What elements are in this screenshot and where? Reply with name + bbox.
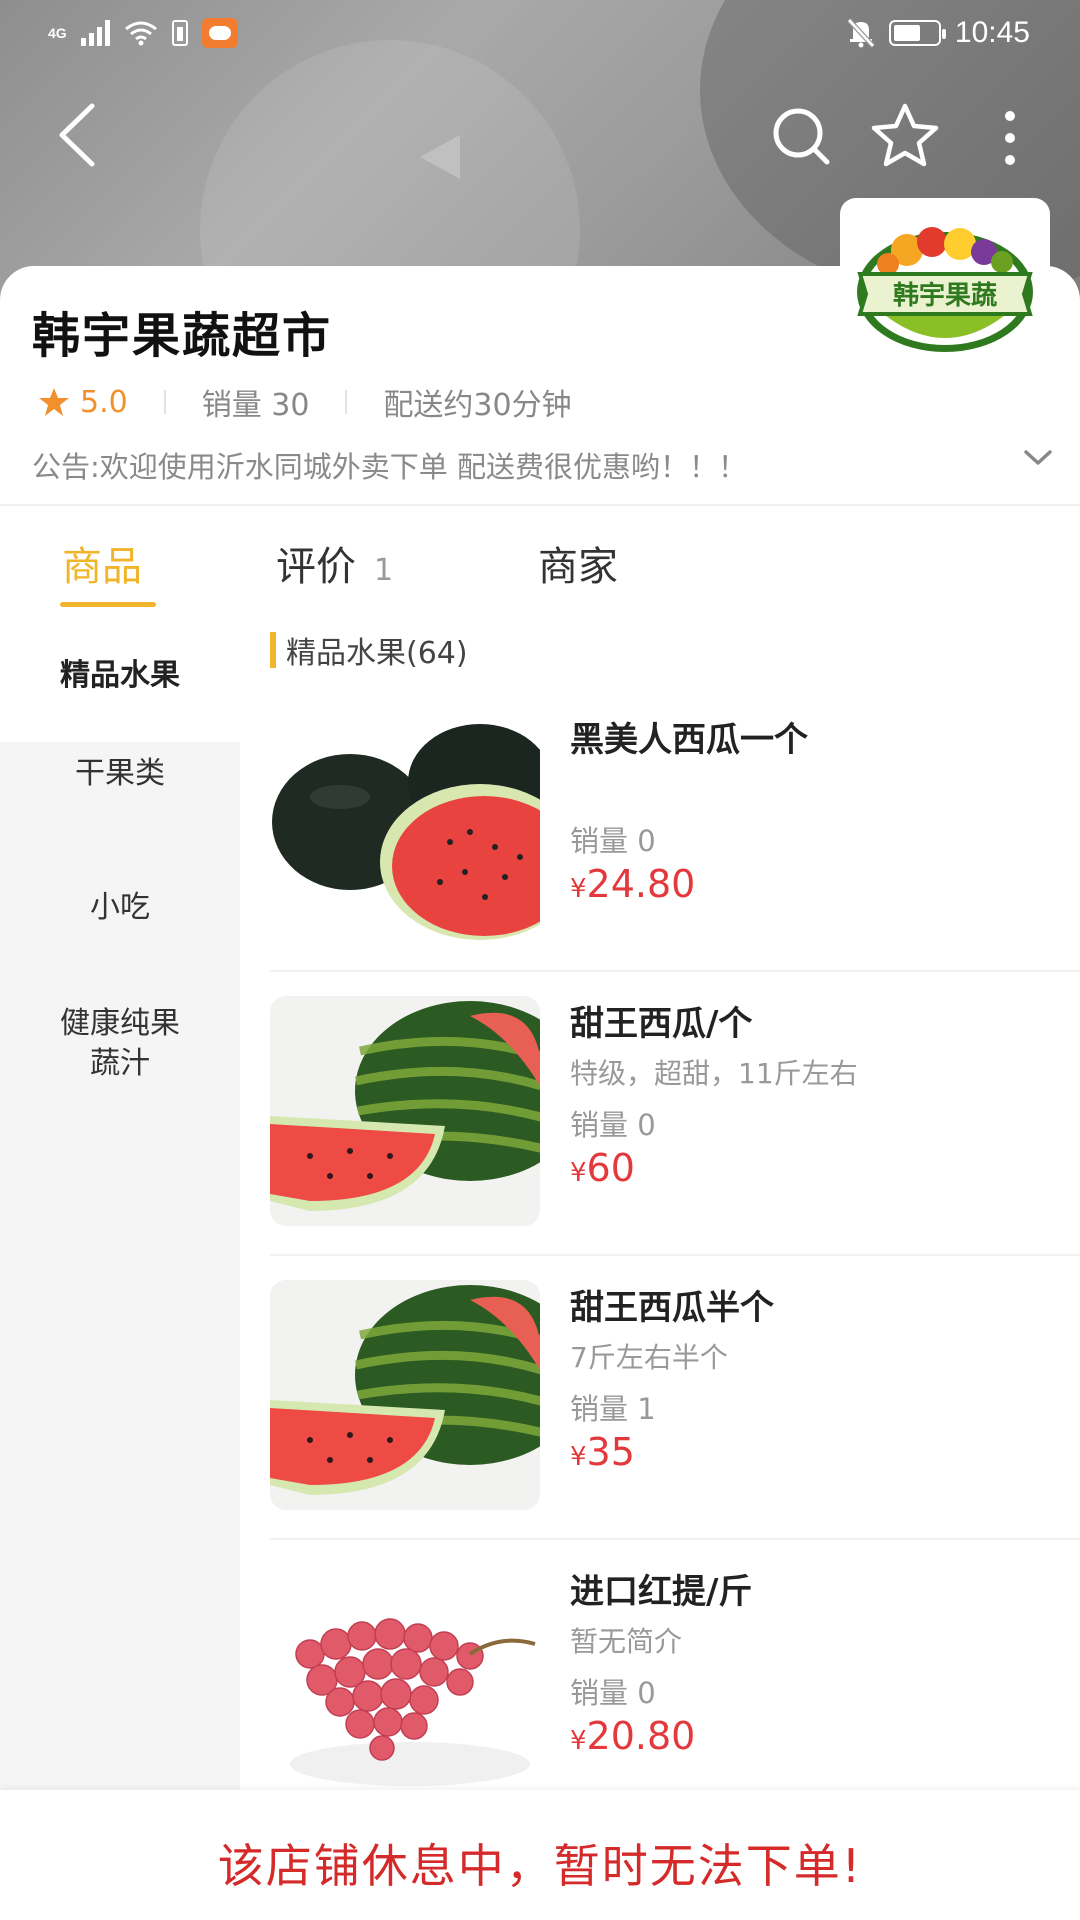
store-sales: 销量 30 xyxy=(201,388,310,423)
store-rating: 5.0 xyxy=(80,384,128,420)
product-sales: 销量 0 xyxy=(570,824,656,858)
category-item[interactable]: 干果类 xyxy=(0,754,240,794)
product-sales: 销量 1 xyxy=(570,1392,656,1426)
product-image xyxy=(270,1280,540,1510)
tab-merchant[interactable]: 商家 xyxy=(538,534,618,592)
product-card[interactable]: 甜王西瓜半个 7斤左右半个 销量 1 ¥35 xyxy=(270,1280,1080,1564)
tab-reviews[interactable]: 评价 1 xyxy=(276,534,393,592)
product-sales: 销量 0 xyxy=(570,1108,656,1142)
product-name: 甜王西瓜/个 xyxy=(570,1004,753,1044)
category-item[interactable]: 小吃 xyxy=(0,888,240,928)
section-title: 精品水果(64) xyxy=(286,636,468,671)
store-name: 韩宇果蔬超市 xyxy=(32,308,333,364)
network-type: 4G xyxy=(48,25,67,41)
battery-saver-icon xyxy=(171,20,188,46)
tab-label: 商品 xyxy=(62,544,142,590)
review-count: 1 xyxy=(374,553,394,588)
store-notice: 公告:欢迎使用沂水同城外卖下单 配送费很优惠哟！！！ xyxy=(32,450,747,484)
back-chevron-icon[interactable] xyxy=(52,100,112,170)
product-name: 黑美人西瓜一个 xyxy=(570,720,808,760)
more-vertical-icon[interactable] xyxy=(1000,108,1020,168)
product-card[interactable]: 黑美人西瓜一个 销量 0 ¥24.80 xyxy=(270,712,1080,996)
active-tab-indicator xyxy=(60,602,156,607)
category-sidebar: 精品水果 干果类 小吃 健康纯果 蔬汁 xyxy=(0,624,240,1790)
product-price: ¥60 xyxy=(570,1146,635,1190)
product-image xyxy=(270,712,540,942)
product-price: ¥20.80 xyxy=(570,1714,696,1758)
star-outline-icon[interactable] xyxy=(870,102,940,168)
section-header: 精品水果(64) xyxy=(270,628,468,672)
tab-label: 商家 xyxy=(538,544,618,590)
app-notification-icon xyxy=(201,18,238,48)
product-desc: 暂无简介 xyxy=(570,1625,683,1658)
store-closed-bar: 该店铺休息中，暂时无法下单! xyxy=(0,1790,1080,1920)
store-meta: 5.0 销量 30 配送约30分钟 xyxy=(38,380,572,424)
product-price: ¥24.80 xyxy=(570,862,696,906)
product-card[interactable]: 甜王西瓜/个 特级，超甜，11斤左右 销量 0 ¥60 xyxy=(270,996,1080,1280)
status-bar: 4G 10:45 xyxy=(0,0,1080,70)
rating-star-icon xyxy=(39,388,69,416)
product-image xyxy=(270,996,540,1226)
tab-products[interactable]: 商品 xyxy=(62,534,142,592)
svg-text:韩宇果蔬: 韩宇果蔬 xyxy=(893,281,997,311)
product-desc: 7斤左右半个 xyxy=(570,1341,728,1374)
product-image xyxy=(270,1564,540,1794)
tab-label: 评价 xyxy=(276,544,356,590)
category-item[interactable]: 精品水果 xyxy=(0,624,240,742)
store-logo: 韩宇果蔬 xyxy=(840,198,1050,368)
signal-icon xyxy=(80,20,110,46)
wifi-icon xyxy=(124,21,157,46)
battery-icon xyxy=(888,20,946,46)
chevron-down-icon[interactable] xyxy=(1022,448,1054,468)
delivery-time: 配送约30分钟 xyxy=(383,388,572,423)
search-icon[interactable] xyxy=(770,105,832,167)
category-item[interactable]: 健康纯果 蔬汁 xyxy=(0,1004,240,1084)
product-desc: 特级，超甜，11斤左右 xyxy=(570,1057,858,1090)
product-name: 进口红提/斤 xyxy=(570,1572,753,1612)
product-sales: 销量 0 xyxy=(570,1676,656,1710)
store-closed-message: 该店铺休息中，暂时无法下单! xyxy=(217,1839,863,1893)
mute-icon xyxy=(847,18,875,48)
product-name: 甜王西瓜半个 xyxy=(570,1288,774,1328)
clock: 10:45 xyxy=(954,16,1030,49)
product-price: ¥35 xyxy=(570,1430,635,1474)
